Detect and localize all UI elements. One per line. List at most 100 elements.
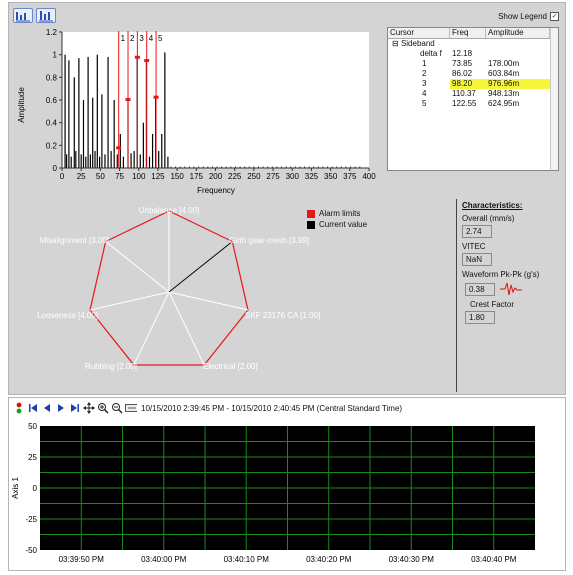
cell-cursor: 4 xyxy=(422,89,427,98)
next-button[interactable] xyxy=(55,402,67,414)
spectrum-x-tick-label: 300 xyxy=(286,172,300,181)
cell-cursor: delta f xyxy=(420,49,442,58)
spectrum-x-tick-label: 50 xyxy=(96,172,105,181)
cursor-marker xyxy=(134,55,140,59)
pan-button[interactable] xyxy=(83,402,95,414)
cursor-marker xyxy=(153,95,159,99)
trend-y-tick-label: 0 xyxy=(33,484,38,493)
cell-freq: 12.18 xyxy=(452,49,473,58)
table-row[interactable]: 2 86.02 603.84m xyxy=(388,69,558,79)
previous-button[interactable] xyxy=(41,402,53,414)
spectrum-x-tick-label: 200 xyxy=(209,172,223,181)
trend-x-tick-label: 03:40:40 PM xyxy=(471,555,517,564)
spectrum-y-tick-label: 1 xyxy=(53,51,58,60)
spectrum-chart: 12345 1.210.80.60.40.20 0 25 50 75 100 125 150… xyxy=(17,28,376,195)
table-row[interactable]: delta f 12.18 xyxy=(388,49,558,59)
cursor-marker xyxy=(144,59,150,63)
cursor-table-body: ⊟ Sideband delta f 12.18 1 73.85 178.00m 2 86.0… xyxy=(388,39,558,109)
zoom-in-button[interactable] xyxy=(97,402,109,414)
cell-amplitude: 948.13m xyxy=(488,89,520,98)
trend-x-tick-label: 03:40:30 PM xyxy=(389,555,435,564)
trend-x-tick-label: 03:40:00 PM xyxy=(141,555,187,564)
cell-cursor: 5 xyxy=(422,99,427,108)
trend-time-range: 10/15/2010 2:39:45 PM - 10/15/2010 2:40:… xyxy=(141,403,403,413)
cursor-table-header: Cursor Freq Amplitude xyxy=(388,28,558,39)
last-button[interactable] xyxy=(69,402,81,414)
characteristics-panel: Characteristics: Overall (mm/s) 2.74 VIT… xyxy=(462,199,562,324)
cell-cursor: 3 xyxy=(422,79,427,88)
crest-value: 1.80 xyxy=(465,311,495,324)
spectrum-x-tick-label: 350 xyxy=(324,172,338,181)
cursor-table[interactable]: Cursor Freq Amplitude ⊟ Sideband delta f1… xyxy=(387,27,559,171)
radar-axis-label: Looseness [4.00] xyxy=(37,311,98,320)
radar-axis-label: Unbalance [4.00] xyxy=(139,206,200,215)
collapse-icon[interactable]: ⊟ xyxy=(392,39,401,48)
cell-freq: 73.85 xyxy=(452,59,473,68)
previous-icon xyxy=(44,404,50,412)
legend-item-current: Current value xyxy=(307,219,367,230)
radar-chart: Unbalance [4.00] Girth gear-mesh [3.99] SK… xyxy=(37,206,320,371)
first-button[interactable] xyxy=(27,402,39,414)
cursor-table-scrollbar[interactable] xyxy=(550,28,558,170)
spectrum-x-tick-label: 125 xyxy=(151,172,165,181)
cursor-marker xyxy=(125,98,131,102)
spectrum-x-tick-label: 25 xyxy=(77,172,86,181)
radar-axis-label: Misalignment [3.00] xyxy=(40,236,109,245)
autoscale-x-button[interactable] xyxy=(13,8,33,23)
show-legend-label: Show Legend xyxy=(498,12,547,21)
legend-alarm-label: Alarm limits xyxy=(319,209,361,218)
cursor-label: 5 xyxy=(158,34,163,43)
table-row[interactable]: 1 73.85 178.00m xyxy=(388,59,558,69)
autoscale-x-icon xyxy=(16,12,30,22)
show-legend-toggle[interactable]: Show Legend ✓ xyxy=(498,12,559,21)
autoscale-y-icon xyxy=(39,11,53,22)
zoom-out-icon xyxy=(112,403,123,414)
section-divider xyxy=(456,199,457,392)
table-row[interactable]: 3 98.20 976.96m xyxy=(388,79,558,89)
cell-amplitude: 603.84m xyxy=(488,69,520,78)
analysis-panel: Show Legend ✓ 12345 1.2 1 0.8 0.6 0.4 0.2 0 02… xyxy=(8,2,566,395)
cursor-label: 1 xyxy=(121,34,126,43)
overall-label: Overall (mm/s) xyxy=(462,214,515,223)
cell-freq: 98.20 xyxy=(450,79,486,89)
zoom-out-button[interactable] xyxy=(111,402,123,414)
cursor-label: 3 xyxy=(139,34,144,43)
trend-chart: 50 25 0 -25 -50 03:39:50 PM 03:40:00 PM 03:40:1… xyxy=(11,422,535,564)
cell-freq: 86.02 xyxy=(452,69,473,78)
pan-icon xyxy=(83,402,95,414)
spectrum-x-tick-label: 0 xyxy=(60,172,65,181)
cell-freq: 122.55 xyxy=(452,99,477,108)
legend-current-label: Current value xyxy=(319,220,368,229)
table-row[interactable]: 5 122.55 624.95m xyxy=(388,99,558,109)
characteristics-title: Characteristics: xyxy=(462,201,523,210)
traffic-light-icon[interactable] xyxy=(13,402,25,414)
col-amplitude[interactable]: Amplitude xyxy=(486,28,550,38)
cell-cursor: 1 xyxy=(422,59,427,68)
cell-cursor: 2 xyxy=(422,69,427,78)
spectrum-x-tick-label: 75 xyxy=(115,172,124,181)
radar-axis-label: Electrical [2.00] xyxy=(203,362,258,371)
show-legend-checkbox[interactable]: ✓ xyxy=(550,12,559,21)
spectrum-y-tick-label: 0 xyxy=(53,164,58,173)
spectrum-x-tick-label: 275 xyxy=(266,172,280,181)
col-freq[interactable]: Freq xyxy=(450,28,486,38)
vitec-label: VITEC xyxy=(462,242,486,251)
spectrum-y-tick-label: 0.4 xyxy=(46,119,58,128)
legend-item-alarm: Alarm limits xyxy=(307,208,367,219)
spectrum-x-tick-label: 250 xyxy=(247,172,261,181)
autoscale-y-button[interactable] xyxy=(36,8,56,23)
spectrum-x-tick-label: 375 xyxy=(343,172,357,181)
waveform-icon[interactable] xyxy=(499,282,523,296)
table-row[interactable]: 4 110.37 948.13m xyxy=(388,89,558,99)
cursor-marker xyxy=(116,146,122,150)
spectrum-x-tick-label: 100 xyxy=(132,172,146,181)
radar-axis-label: Girth gear-mesh [3.99] xyxy=(229,236,309,245)
table-row[interactable]: ⊟ Sideband xyxy=(388,39,558,49)
trend-y-tick-label: -25 xyxy=(25,515,37,524)
fit-button[interactable] xyxy=(125,402,137,414)
vitec-value: NaN xyxy=(462,253,492,266)
col-cursor[interactable]: Cursor xyxy=(388,28,450,38)
spectrum-x-tick-label: 150 xyxy=(170,172,184,181)
skip-first-icon xyxy=(29,404,37,412)
radar-axis-label: SKF 23176 CA [1.00] xyxy=(245,311,320,320)
